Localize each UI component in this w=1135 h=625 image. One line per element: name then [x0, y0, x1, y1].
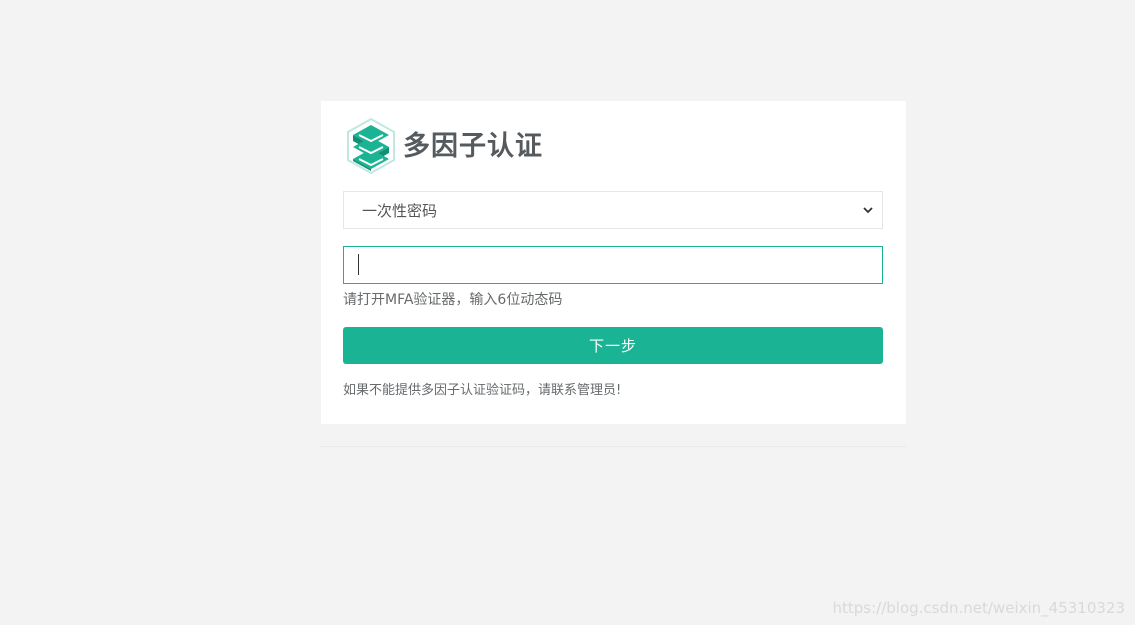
otp-code-input[interactable]: [343, 246, 883, 284]
divider: [321, 446, 906, 447]
logo-icon: [347, 117, 395, 175]
card-header: 多因子认证: [345, 117, 543, 175]
mfa-method-selected-value: 一次性密码: [362, 201, 438, 220]
next-button[interactable]: 下一步: [343, 327, 883, 364]
watermark: https://blog.csdn.net/weixin_45310323: [832, 599, 1125, 617]
page-title: 多因子认证: [403, 130, 543, 162]
contact-admin-note: 如果不能提供多因子认证验证码，请联系管理员!: [343, 383, 622, 398]
mfa-method-select[interactable]: 一次性密码: [343, 191, 883, 229]
text-caret: [358, 254, 359, 275]
chevron-down-icon: [863, 207, 873, 214]
mfa-card: 多因子认证 一次性密码 请打开MFA验证器，输入6位动态码 下一步 如果不能提供…: [321, 101, 906, 424]
otp-hint-text: 请打开MFA验证器，输入6位动态码: [343, 292, 563, 308]
